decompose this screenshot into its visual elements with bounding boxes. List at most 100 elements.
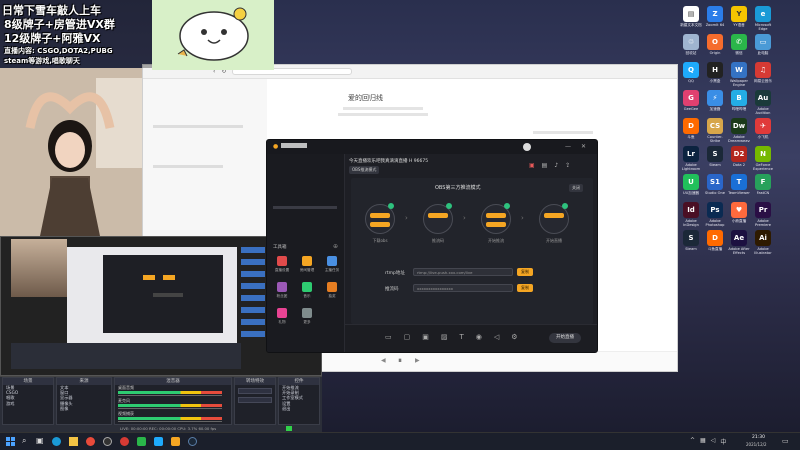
transition-select[interactable] [238,388,272,394]
obs-task-icon[interactable] [103,437,112,446]
desktop-icon-heybox[interactable]: H 小黑盒 [704,62,726,87]
window-icon[interactable]: ▢ [404,333,411,341]
volume-slider[interactable] [118,408,222,409]
notification-icon[interactable]: ▭ [782,437,789,445]
start-button[interactable] [6,437,15,446]
desktop-icon-uu[interactable]: U UU加速器 [680,174,702,199]
steam-task-icon[interactable] [188,437,197,446]
wechat-task-icon[interactable] [137,437,146,446]
desktop-icon-steam2[interactable]: S Steam [680,230,702,255]
close-button[interactable]: 关闭 [569,184,583,192]
tool-item[interactable]: 更多 [296,306,318,328]
explorer-task-icon[interactable] [69,437,78,446]
desktop-icon-music[interactable]: ♫ 网易云音乐 [752,62,774,87]
camera-icon[interactable]: ▭ [385,333,392,341]
obs-dock: 场景 场景 CSGO 唱歌 游戏 来源 文本 窗口 显示器 摄像头 图像 混音器 桌面音频 麦克… [0,376,322,432]
edge-task-icon[interactable] [52,437,61,446]
obs-status-bar: LIVE: 00:00:00 REC: 00:00:00 CPU: 3.7% 6… [120,426,217,431]
desktop-icon-indesign[interactable]: Id Adobe InDesign [680,202,702,227]
desktop-icon-studio[interactable]: S1 Studio One [704,174,726,199]
desktop-icon-bear[interactable]: ♥ 小熊直播 [728,202,750,227]
prev-button[interactable]: ◀ [381,357,386,364]
volume-tray-icon[interactable]: ◁ [711,437,716,446]
tool-add-icon[interactable]: ⊕ [333,243,338,250]
tool-item[interactable]: 礼物 [271,306,293,328]
desktop-icon-audition[interactable]: Au Adobe Audition [752,90,774,115]
desktop-icon-pc[interactable]: ▭ 此电脑 [752,34,774,59]
desktop-icon-edge[interactable]: e Microsoft Edge [752,6,774,31]
copy-rtmp-button[interactable]: 复制 [517,268,533,276]
tool-item[interactable]: 音乐 [296,280,318,302]
desktop-icon-yy[interactable]: Y YY语音 [728,6,750,31]
clock-date[interactable]: 2021/12/2 [746,442,767,447]
desktop-icon-douyu2[interactable]: D 斗鱼直播 [704,230,726,255]
chevron-up-icon[interactable]: ^ [690,437,695,446]
bag-icon[interactable]: ▤ [542,162,548,169]
desktop-icon-illustrator[interactable]: Ai Adobe Illustrator [752,230,774,255]
source-item[interactable]: 图像 [57,406,111,411]
tool-item[interactable]: 主播任务 [321,254,343,276]
desktop-icon-teamviewer[interactable]: T TeamViewer [728,174,750,199]
desktop-icon-origin[interactable]: O Origin [704,34,726,59]
network-icon[interactable]: ▦ [700,437,706,446]
taskview-icon[interactable]: ▣ [36,436,44,445]
tool-item[interactable]: 抽奖 [321,280,343,302]
desktop-icon-cs[interactable]: CS Counter-Strike [704,118,726,143]
desktop-icon-recycle[interactable]: ♲ 回收站 [680,34,702,59]
desktop-icon-wallpaper[interactable]: W Wallpaper Engine [728,62,750,87]
tool-item[interactable]: 房间管理 [296,254,318,276]
volume-icon[interactable]: ◁ [494,333,499,341]
preview-scene [67,247,237,343]
tool-item[interactable]: 粉丝团 [271,280,293,302]
desktop-icon-lightroom[interactable]: Lr Adobe Lightroom [680,146,702,171]
desktop-icon-aftereffects[interactable]: Ae Adobe After Effects [728,230,750,255]
text-icon[interactable]: T [460,333,464,341]
search-icon[interactable]: ⌕ [22,436,26,446]
image-icon[interactable]: ▨ [441,333,448,341]
start-live-button[interactable]: 开始直播 [549,333,581,343]
desktop-icon-qq[interactable]: Q QQ [680,62,702,87]
share-icon[interactable]: ⇪ [565,162,570,169]
screen-icon[interactable]: ▣ [422,333,429,341]
avatar[interactable] [523,143,531,151]
desktop-icon-steam[interactable]: S Steam [704,146,726,171]
ime-icon[interactable]: 中 [720,437,726,446]
scene-item[interactable]: 游戏 [3,401,53,406]
win-close-button[interactable]: ✕ [581,143,586,150]
chrome-task-icon[interactable] [86,437,95,446]
bell-icon[interactable]: ♪ [554,162,558,169]
desktop-icon-doc[interactable]: ▤ 新建文本文档 [680,6,702,31]
desktop-icon-zoomit[interactable]: Z ZoomIt 64 [704,6,726,31]
desktop-icon-fastcn[interactable]: F FastCN [752,174,774,199]
next-button[interactable]: ▶ [415,357,420,364]
play-button[interactable]: ⏸ [398,356,402,366]
desktop-icon-photoshop[interactable]: Ps Adobe Photoshop [704,202,726,227]
desktop-icon-premiere[interactable]: Pr Adobe Premiere [752,202,774,227]
qq-task-icon[interactable] [154,437,163,446]
desktop-icon-plane[interactable]: ✈ 小飞机 [752,118,774,143]
desktop-icon-dota[interactable]: D2 Dota 2 [728,146,750,171]
music-task-icon[interactable] [120,437,129,446]
desktop-icon-bilibili[interactable]: B 哔哩哔哩 [728,90,750,115]
stream-task-icon[interactable] [171,437,180,446]
control-button[interactable]: 退出 [279,406,319,411]
tool-item[interactable]: 直播设置 [271,254,293,276]
rtmp-input[interactable]: rtmp://live-push.xxx.com/live [413,268,513,276]
settings-icon[interactable]: ⚙ [511,333,517,341]
key-input[interactable]: xxxxxxxxxxxxxxxx [413,284,513,292]
mic-icon[interactable]: ◉ [476,333,482,341]
desktop-icon-dreamweaver[interactable]: DwAdobe Dreamweaver [728,118,750,143]
desktop-icon-nvidia[interactable]: N GeForce Experience [752,146,774,171]
clock-time[interactable]: 21:30 [752,435,765,440]
copy-key-button[interactable]: 复制 [517,284,533,292]
desktop-icon-wechat[interactable]: ✆ 微信 [728,34,750,59]
mode-badge[interactable]: OBS推流模式 [349,166,380,174]
desktop-icon-accel[interactable]: ⚡ 加速器 [704,90,726,115]
win-min-button[interactable]: — [565,143,571,150]
gift-icon[interactable]: ▣ [529,162,535,169]
desktop-icon-douyu[interactable]: D 斗鱼 [680,118,702,143]
duration-field[interactable] [238,397,272,403]
volume-slider[interactable] [118,421,222,422]
volume-slider[interactable] [118,395,222,396]
desktop-icon-geegee[interactable]: G GeeGee [680,90,702,115]
